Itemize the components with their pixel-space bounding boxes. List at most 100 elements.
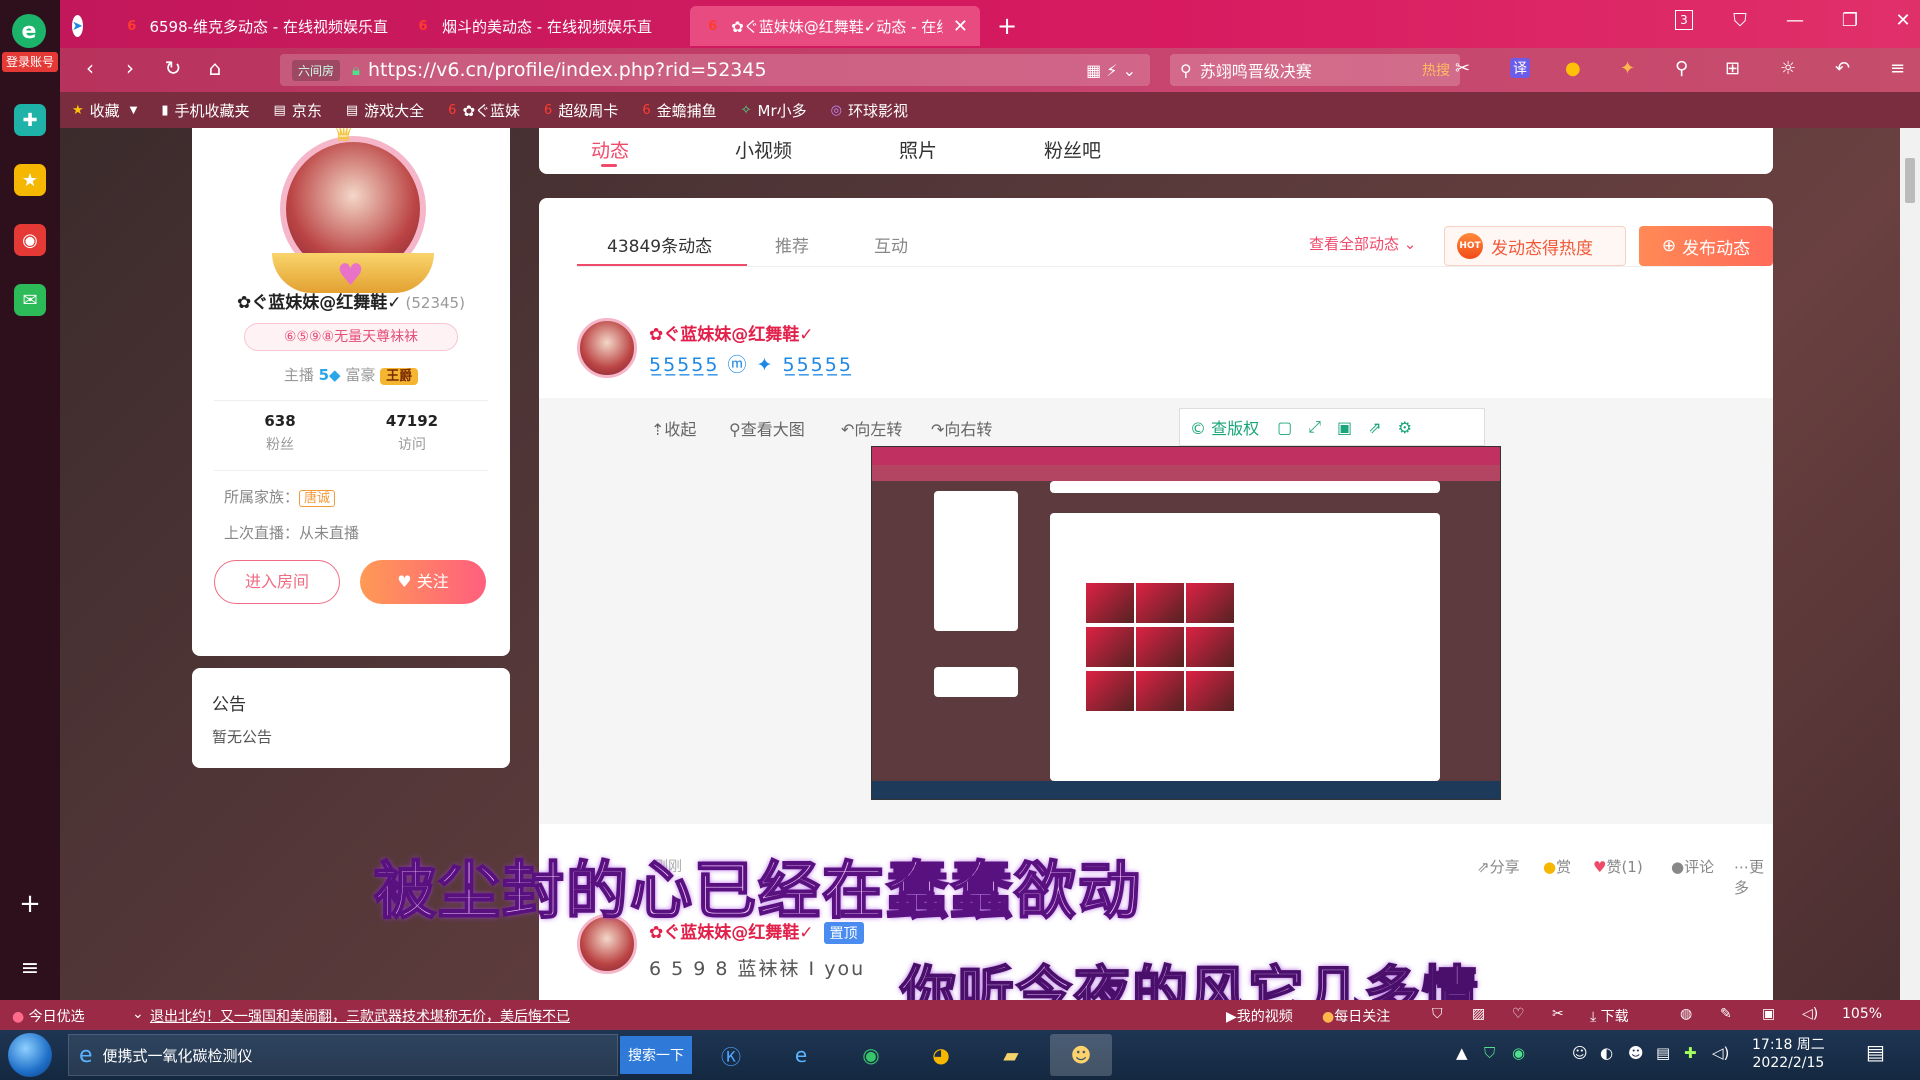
tray-shield-icon[interactable]: ⛉ bbox=[1484, 1044, 1495, 1062]
collapse-button[interactable]: ⇡收起 bbox=[651, 416, 696, 440]
tab-short-video[interactable]: 小视频 bbox=[735, 136, 792, 163]
tab-nav-icon[interactable]: ➤ bbox=[60, 6, 100, 46]
start-button[interactable] bbox=[8, 1033, 52, 1077]
tray-volume-icon[interactable]: ◁) bbox=[1712, 1044, 1729, 1062]
daily-follow[interactable]: ●每日关注 bbox=[1322, 1006, 1390, 1026]
maximize-icon[interactable]: ❐ bbox=[1835, 10, 1865, 31]
tab-3-active[interactable]: 6 ✿ぐ蓝妹妹@红舞鞋✓动态 - 在线 ✕ bbox=[690, 6, 980, 46]
tray-user-icon[interactable]: ☻ bbox=[1628, 1044, 1644, 1062]
bookmark-favorites[interactable]: ★ 收藏 ▼ bbox=[72, 100, 137, 121]
new-tab-button[interactable]: + bbox=[985, 6, 1029, 46]
image-icon[interactable]: ▨ bbox=[1472, 1006, 1485, 1022]
tab-photos[interactable]: 照片 bbox=[899, 136, 937, 163]
brightness-icon[interactable]: ☼ bbox=[1780, 58, 1796, 79]
folder-app-icon[interactable]: ▰ bbox=[980, 1034, 1042, 1076]
page-scrollbar[interactable] bbox=[1900, 128, 1920, 1000]
today-picks[interactable]: ● 今日优选 bbox=[12, 1006, 85, 1026]
close-tab-icon[interactable]: ✕ bbox=[953, 16, 968, 37]
taskbar-clock[interactable]: 17:18 周二 2022/2/15 bbox=[1752, 1036, 1825, 1072]
home-icon[interactable]: ⌂ bbox=[200, 56, 230, 80]
fans-stat[interactable]: 638 粉丝 bbox=[210, 412, 350, 454]
bookmark-mobile[interactable]: ▮ 手机收藏夹 bbox=[161, 100, 249, 121]
tab-dongtai[interactable]: 动态 bbox=[591, 136, 629, 163]
magnifier-icon[interactable]: ⚲ bbox=[1675, 58, 1688, 79]
post-avatar[interactable] bbox=[577, 318, 637, 378]
leaf-icon[interactable]: ✎ bbox=[1720, 1006, 1732, 1022]
tab-2[interactable]: 6 烟斗的美动态 - 在线视频娱乐直 bbox=[400, 6, 690, 46]
address-bar[interactable]: 六间房 🔒︎ https://v6.cn/profile/index.php?r… bbox=[280, 54, 1150, 86]
sidebar-app-plus-icon[interactable]: ✚ bbox=[14, 104, 46, 136]
search-box[interactable]: ⚲ 苏翊鸣晋级决赛 热搜 bbox=[1170, 54, 1460, 86]
tray-network-icon[interactable]: ▤ bbox=[1656, 1044, 1670, 1062]
publish-post-button[interactable]: ⊕ 发布动态 bbox=[1639, 226, 1773, 266]
login-button[interactable]: 登录账号 bbox=[2, 52, 58, 72]
scissors-icon[interactable]: ✂ bbox=[1455, 58, 1470, 79]
fit-icon[interactable]: ▢ bbox=[1277, 418, 1292, 437]
window-icon[interactable]: ▣ bbox=[1762, 1006, 1775, 1022]
browser-app-icon[interactable]: ◉ bbox=[840, 1034, 902, 1076]
like-button[interactable]: ♥赞(1) bbox=[1593, 856, 1643, 877]
back-icon[interactable]: ‹ bbox=[75, 56, 105, 80]
zoom-level[interactable]: 105% bbox=[1842, 1006, 1882, 1022]
tray-browser-icon[interactable]: ◉ bbox=[1512, 1044, 1525, 1062]
kugou-app-icon[interactable]: Ⓚ bbox=[700, 1034, 762, 1076]
undo-icon[interactable]: ↶ bbox=[1835, 58, 1850, 79]
bookmark-games[interactable]: ▤ 游戏大全 bbox=[346, 100, 424, 121]
chrome-app-icon[interactable]: ◕ bbox=[910, 1034, 972, 1076]
reload-icon[interactable]: ↻ bbox=[158, 56, 188, 80]
avatar-app-icon[interactable]: ☻ bbox=[1050, 1034, 1112, 1076]
game-icon[interactable]: ✦ bbox=[1620, 58, 1635, 79]
hot-post-button[interactable]: HOT 发动态得热度 bbox=[1444, 226, 1626, 266]
notification-icon[interactable]: ▤ bbox=[1866, 1040, 1885, 1064]
taskbar-search-field[interactable]: e 便携式一氧化碳检测仪 bbox=[68, 1034, 618, 1076]
sidebar-app-weibo-icon[interactable]: ◉ bbox=[14, 224, 46, 256]
coin-icon[interactable]: ● bbox=[1565, 58, 1581, 79]
post-screenshot-image[interactable] bbox=[871, 446, 1501, 800]
my-video[interactable]: ▶我的视频 bbox=[1226, 1006, 1293, 1026]
menu-icon[interactable]: ≡ bbox=[1890, 58, 1905, 79]
tools-icon[interactable]: ✂ bbox=[1552, 1006, 1564, 1022]
browser-logo-icon[interactable]: e bbox=[12, 14, 46, 48]
url-text[interactable]: https://v6.cn/profile/index.php?rid=5234… bbox=[368, 59, 767, 81]
grid-icon[interactable]: ⊞ bbox=[1725, 58, 1740, 79]
save-icon[interactable]: ▣ bbox=[1337, 418, 1352, 437]
search-input[interactable]: 苏翊鸣晋级决赛 bbox=[1200, 58, 1312, 82]
tab-count-badge[interactable]: 3 bbox=[1675, 10, 1693, 30]
bookmark-fishing[interactable]: 6 金蟾捕鱼 bbox=[642, 100, 716, 121]
tray-expand-icon[interactable]: ▲ bbox=[1456, 1044, 1468, 1062]
rotate-left-button[interactable]: ↶向左转 bbox=[841, 416, 902, 440]
forward-icon[interactable]: › bbox=[115, 56, 145, 80]
tab-fans-bar[interactable]: 粉丝吧 bbox=[1044, 136, 1101, 163]
view-large-button[interactable]: ⚲查看大图 bbox=[729, 416, 805, 440]
qr-icon[interactable]: ▦ ⚡ ⌄ bbox=[1086, 61, 1136, 80]
heartbeat-icon[interactable]: ♡ bbox=[1512, 1006, 1525, 1022]
bookmark-lanmei[interactable]: 6 ✿ぐ蓝妹 bbox=[448, 100, 520, 121]
sidebar-add-icon[interactable]: + bbox=[14, 888, 46, 920]
tray-plus-icon[interactable]: ✚ bbox=[1684, 1044, 1697, 1062]
sidebar-menu-icon[interactable]: ≡ bbox=[14, 952, 46, 984]
news-ticker[interactable]: 退出北约！又一强国和美闹翻，三款武器技术堪称无价，美后悔不已 bbox=[150, 1006, 570, 1026]
download-button[interactable]: ⤓ 下载 bbox=[1590, 1006, 1629, 1026]
bookmark-huanqiu[interactable]: ◎ 环球影视 bbox=[831, 100, 908, 121]
reward-button[interactable]: ●赏 bbox=[1543, 856, 1571, 877]
minimize-icon[interactable]: — bbox=[1780, 10, 1810, 31]
bookmark-mrxiaoduo[interactable]: ✧ Mr小多 bbox=[741, 100, 807, 121]
translate-icon[interactable]: 译 bbox=[1510, 58, 1530, 78]
view-all-dropdown[interactable]: 查看全部动态 ⌄ bbox=[1309, 233, 1416, 254]
family-tag[interactable]: 唐诚 bbox=[299, 490, 336, 507]
rotate-right-button[interactable]: ↷向右转 bbox=[931, 416, 992, 440]
hot-search-label[interactable]: 热搜 bbox=[1422, 60, 1450, 80]
feed-tab-all[interactable]: 43849条动态 bbox=[607, 232, 712, 257]
shield-icon[interactable]: ⛉ bbox=[1432, 1006, 1443, 1022]
bookmark-weekcard[interactable]: 6 超级周卡 bbox=[544, 100, 618, 121]
sidebar-app-mail-icon[interactable]: ✉ bbox=[14, 284, 46, 316]
follow-button[interactable]: ♥ 关注 bbox=[360, 560, 486, 604]
sound-icon[interactable]: ◁) bbox=[1802, 1006, 1818, 1022]
comment-button[interactable]: ●评论 bbox=[1671, 856, 1714, 877]
close-window-icon[interactable]: ✕ bbox=[1888, 10, 1918, 31]
scrollbar-thumb[interactable] bbox=[1905, 158, 1915, 203]
post-author[interactable]: ✿ぐ蓝妹妹@红舞鞋✓ bbox=[649, 320, 814, 345]
shirt-icon[interactable]: ⛉ bbox=[1725, 10, 1755, 31]
share-button[interactable]: ⇗分享 bbox=[1477, 856, 1520, 877]
tab-1[interactable]: 6 6598-维克多动态 - 在线视频娱乐直 bbox=[110, 6, 400, 46]
